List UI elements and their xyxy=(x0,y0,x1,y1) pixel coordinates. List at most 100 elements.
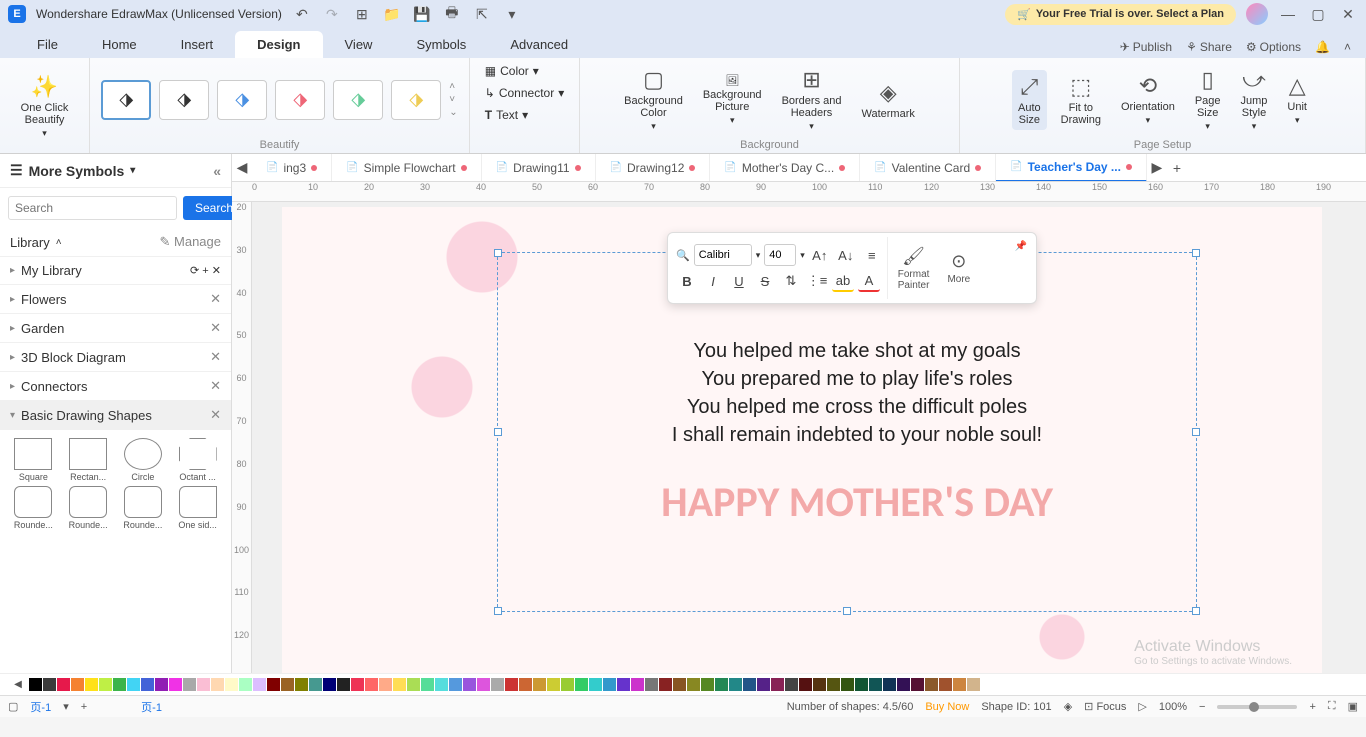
font-size-input[interactable] xyxy=(764,244,796,266)
maximize-icon[interactable]: ▢ xyxy=(1308,4,1328,24)
fullscreen-icon[interactable]: ▣ xyxy=(1348,700,1358,713)
zoom-slider[interactable] xyxy=(1217,705,1297,709)
color-swatch[interactable] xyxy=(225,678,238,691)
colorbar-prev-icon[interactable]: ◀ xyxy=(8,675,28,695)
menu-advanced[interactable]: Advanced xyxy=(488,31,590,58)
sidebar-cat[interactable]: ▸ My Library⟳ + ✕ xyxy=(0,257,231,285)
publish-button[interactable]: ✈ Publish xyxy=(1120,40,1172,54)
buy-now-link[interactable]: Buy Now xyxy=(925,701,969,713)
options-button[interactable]: ⚙ Options xyxy=(1246,40,1301,54)
color-swatch[interactable] xyxy=(701,678,714,691)
color-swatch[interactable] xyxy=(771,678,784,691)
font-color-icon[interactable]: A xyxy=(858,270,880,292)
sel-handle-ne[interactable] xyxy=(1192,249,1200,257)
color-swatch[interactable] xyxy=(239,678,252,691)
auto-size-button[interactable]: ⤢Auto Size xyxy=(1012,70,1047,130)
unit-button[interactable]: △Unit▾ xyxy=(1281,69,1313,130)
add-tab-icon[interactable]: + xyxy=(1167,158,1187,178)
color-swatch[interactable] xyxy=(71,678,84,691)
theme-thumb-5[interactable]: ⬗ xyxy=(333,80,383,120)
color-swatch[interactable] xyxy=(435,678,448,691)
color-swatch[interactable] xyxy=(911,678,924,691)
close-icon[interactable]: ✕ xyxy=(1338,4,1358,24)
color-swatch[interactable] xyxy=(645,678,658,691)
canvas[interactable]: You helped me take shot at my goals You … xyxy=(252,202,1366,673)
shape-item[interactable]: Rectan... xyxy=(63,438,114,482)
color-swatch[interactable] xyxy=(673,678,686,691)
italic-icon[interactable]: I xyxy=(702,270,724,292)
doc-tab[interactable]: 📄 Simple Flowchart xyxy=(332,154,481,182)
pin-toolbar-icon[interactable]: 📌 xyxy=(1010,235,1032,257)
sidebar-cat[interactable]: ▸ Flowers✕ xyxy=(0,285,231,314)
page-dropdown-icon[interactable]: ▾ xyxy=(63,700,69,713)
color-swatch[interactable] xyxy=(449,678,462,691)
new-icon[interactable]: ⊞ xyxy=(352,4,372,24)
color-swatch[interactable] xyxy=(491,678,504,691)
shape-item[interactable]: Rounde... xyxy=(118,486,169,530)
sidebar-collapse-icon[interactable]: « xyxy=(213,163,221,179)
layers-icon[interactable]: ◈ xyxy=(1064,700,1072,713)
color-swatch[interactable] xyxy=(477,678,490,691)
library-row[interactable]: Library ˄✎ Manage xyxy=(0,228,231,257)
color-swatch[interactable] xyxy=(603,678,616,691)
highlight-icon[interactable]: ab xyxy=(832,270,854,292)
color-swatch[interactable] xyxy=(197,678,210,691)
doc-tab[interactable]: 📄 Mother's Day C... xyxy=(710,154,860,182)
trial-badge[interactable]: 🛒 Your Free Trial is over. Select a Plan xyxy=(1005,4,1236,25)
sel-handle-se[interactable] xyxy=(1192,607,1200,615)
color-swatch[interactable] xyxy=(421,678,434,691)
color-swatch[interactable] xyxy=(813,678,826,691)
redo-icon[interactable]: ↷ xyxy=(322,4,342,24)
increase-font-icon[interactable]: A↑ xyxy=(809,244,831,266)
color-swatch[interactable] xyxy=(799,678,812,691)
minimize-icon[interactable]: — xyxy=(1278,4,1298,24)
bg-color-button[interactable]: ▢Background Color▾ xyxy=(618,63,689,136)
color-swatch[interactable] xyxy=(547,678,560,691)
card-body-text[interactable]: You helped me take shot at my goals You … xyxy=(512,337,1202,449)
color-swatch[interactable] xyxy=(561,678,574,691)
color-button[interactable]: ▦ Color ▾ xyxy=(481,62,543,80)
theme-thumb-2[interactable]: ⬗ xyxy=(159,80,209,120)
color-swatch[interactable] xyxy=(505,678,518,691)
color-swatch[interactable] xyxy=(533,678,546,691)
color-swatch[interactable] xyxy=(155,678,168,691)
theme-thumb-4[interactable]: ⬗ xyxy=(275,80,325,120)
menu-symbols[interactable]: Symbols xyxy=(394,31,488,58)
menu-home[interactable]: Home xyxy=(80,31,159,58)
menu-insert[interactable]: Insert xyxy=(159,31,236,58)
color-swatch[interactable] xyxy=(127,678,140,691)
menu-view[interactable]: View xyxy=(323,31,395,58)
menu-design[interactable]: Design xyxy=(235,31,322,58)
color-swatch[interactable] xyxy=(281,678,294,691)
card-title-text[interactable]: HAPPY MOTHER'S DAY xyxy=(512,477,1202,528)
color-swatch[interactable] xyxy=(267,678,280,691)
sidebar-cat[interactable]: ▸ Connectors✕ xyxy=(0,372,231,401)
color-swatch[interactable] xyxy=(715,678,728,691)
doc-tab[interactable]: 📄 ing3 xyxy=(252,154,332,182)
doc-tab[interactable]: 📄 Drawing11 xyxy=(482,154,596,182)
shape-item[interactable]: Octant ... xyxy=(172,438,223,482)
align-icon[interactable]: ≡ xyxy=(861,244,883,266)
tab-prev-icon[interactable]: ◀ xyxy=(232,158,252,178)
sel-handle-sw[interactable] xyxy=(494,607,502,615)
manage-link[interactable]: ✎ Manage xyxy=(160,234,222,250)
one-click-beautify[interactable]: ✨One Click Beautify▾ xyxy=(15,70,75,143)
focus-button[interactable]: ⊡ Focus xyxy=(1084,700,1126,713)
borders-headers-button[interactable]: ⊞Borders and Headers▾ xyxy=(776,63,848,136)
more-icon[interactable]: ▾ xyxy=(502,4,522,24)
color-swatch[interactable] xyxy=(631,678,644,691)
zoom-out-icon[interactable]: − xyxy=(1199,701,1205,713)
strike-icon[interactable]: S xyxy=(754,270,776,292)
color-swatch[interactable] xyxy=(883,678,896,691)
color-swatch[interactable] xyxy=(43,678,56,691)
color-swatch[interactable] xyxy=(393,678,406,691)
page-layout-icon[interactable]: ▢ xyxy=(8,700,18,713)
open-icon[interactable]: 📁 xyxy=(382,4,402,24)
color-swatch[interactable] xyxy=(85,678,98,691)
font-family-input[interactable] xyxy=(694,244,752,266)
sel-handle-w[interactable] xyxy=(494,428,502,436)
theme-thumb-6[interactable]: ⬗ xyxy=(391,80,441,120)
shape-item[interactable]: Rounde... xyxy=(8,486,59,530)
search-input[interactable] xyxy=(8,196,177,220)
color-swatch[interactable] xyxy=(99,678,112,691)
